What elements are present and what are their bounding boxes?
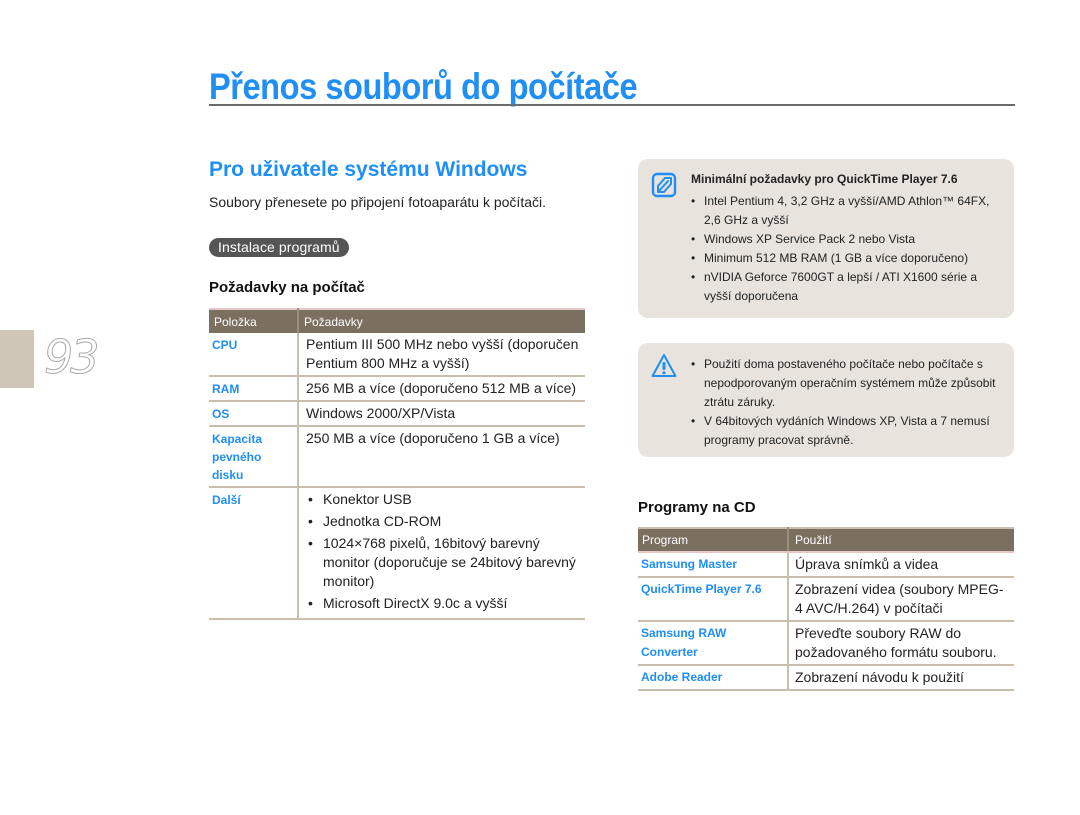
program-name: Adobe Reader (638, 665, 788, 691)
header-program: Program (638, 528, 788, 553)
list-item: Intel Pentium 4, 3,2 GHz a vyšší/AMD Ath… (691, 192, 1004, 230)
header-item: Položka (209, 309, 298, 333)
note-list: Intel Pentium 4, 3,2 GHz a vyšší/AMD Ath… (691, 192, 1004, 306)
section-title: Pro uživatele systému Windows (209, 158, 528, 181)
other-requirements-list: Konektor USB Jednotka CD-ROM 1024×768 pi… (306, 490, 581, 613)
page-title: Přenos souborů do počítače (209, 66, 638, 107)
list-item: nVIDIA Geforce 7600GT a lepší / ATI X160… (691, 268, 1004, 306)
table-row: RAM 256 MB a více (doporučeno 512 MB a v… (209, 376, 585, 402)
warning-triangle-icon (651, 354, 677, 377)
note-title: Minimální požadavky pro QuickTime Player… (691, 172, 958, 186)
row-value: Pentium III 500 MHz nebo vyšší (doporuče… (297, 333, 585, 377)
note-body: Minimální požadavky pro QuickTime Player… (691, 170, 1004, 306)
install-programs-pill: Instalace programů (209, 238, 349, 257)
page-number: 93 (44, 330, 101, 384)
program-use: Převeďte soubory RAW do požadovaného for… (787, 621, 1014, 666)
list-item: Použití doma postaveného počítače nebo p… (691, 355, 1004, 412)
program-use: Zobrazení návodu k použití (787, 665, 1014, 691)
row-key: OS (209, 401, 298, 427)
table-row: Další Konektor USB Jednotka CD-ROM 1024×… (209, 487, 585, 620)
table-header-row: Program Použití (638, 528, 1014, 553)
program-name: QuickTime Player 7.6 (638, 577, 788, 622)
list-item: 1024×768 pixelů, 16bitový barevný monito… (306, 534, 581, 591)
list-item: Konektor USB (306, 490, 581, 509)
list-item: Windows XP Service Pack 2 nebo Vista (691, 230, 1004, 249)
note-pencil-icon (651, 172, 677, 198)
row-value: 256 MB a více (doporučeno 512 MB a více) (297, 376, 585, 402)
warning-list: Použití doma postaveného počítače nebo p… (691, 355, 1004, 450)
list-item: Microsoft DirectX 9.0c a vyšší (306, 594, 581, 613)
header-use: Použití (787, 528, 1014, 553)
table-row: Samsung RAW Converter Převeďte soubory R… (638, 621, 1014, 666)
table-row: CPU Pentium III 500 MHz nebo vyšší (dopo… (209, 333, 585, 377)
row-value: 250 MB a více (doporučeno 1 GB a více) (297, 426, 585, 488)
list-item: Minimum 512 MB RAM (1 GB a více doporuče… (691, 249, 1004, 268)
title-divider (209, 104, 1015, 106)
table-row: Adobe Reader Zobrazení návodu k použití (638, 665, 1014, 691)
row-key: RAM (209, 376, 298, 402)
list-item: Jednotka CD-ROM (306, 512, 581, 531)
quicktime-note-box: Minimální požadavky pro QuickTime Player… (638, 159, 1014, 318)
list-item: V 64bitových vydáních Windows XP, Vista … (691, 412, 1004, 450)
cd-programs-table: Program Použití Samsung Master Úprava sn… (638, 527, 1014, 691)
program-use: Úprava snímků a videa (787, 552, 1014, 578)
row-key: Další (209, 487, 298, 620)
program-name: Samsung RAW Converter (638, 621, 788, 666)
page-tab (0, 330, 34, 388)
table-header-row: Položka Požadavky (209, 309, 585, 333)
warning-body: Použití doma postaveného počítače nebo p… (691, 355, 1004, 450)
table-row: OS Windows 2000/XP/Vista (209, 401, 585, 427)
program-name: Samsung Master (638, 552, 788, 578)
table-row: QuickTime Player 7.6 Zobrazení videa (so… (638, 577, 1014, 622)
requirements-table: Položka Požadavky CPU Pentium III 500 MH… (209, 308, 585, 620)
left-column: Pro uživatele systému Windows Soubory př… (209, 158, 585, 620)
row-key: CPU (209, 333, 298, 377)
header-requirements: Požadavky (297, 309, 585, 333)
requirements-title: Požadavky na počítač (209, 279, 365, 296)
row-key: Kapacita pevného disku (209, 426, 298, 488)
table-row: Kapacita pevného disku 250 MB a více (do… (209, 426, 585, 488)
row-value: Konektor USB Jednotka CD-ROM 1024×768 pi… (297, 487, 585, 620)
cd-programs-title: Programy na CD (638, 499, 756, 516)
intro-text: Soubory přenesete po připojení fotoapará… (209, 194, 546, 210)
warning-box: Použití doma postaveného počítače nebo p… (638, 343, 1014, 457)
program-use: Zobrazení videa (soubory MPEG-4 AVC/H.26… (787, 577, 1014, 622)
table-row: Samsung Master Úprava snímků a videa (638, 552, 1014, 578)
row-value: Windows 2000/XP/Vista (297, 401, 585, 427)
